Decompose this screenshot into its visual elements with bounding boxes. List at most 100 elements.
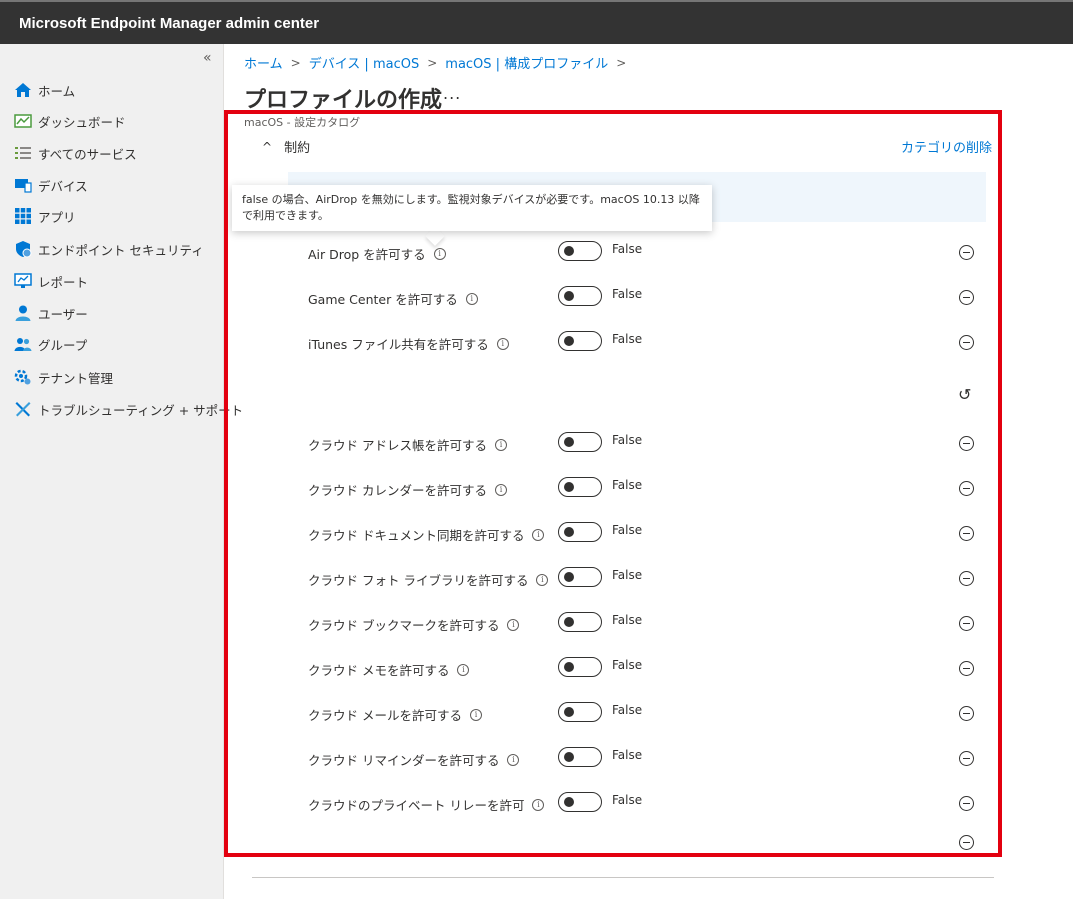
remove-setting-button[interactable] [959, 706, 974, 721]
setting-label-text: クラウド メールを許可する [308, 708, 462, 723]
setting-label: クラウド メモを許可する i [308, 660, 470, 679]
setting-label: クラウド リマインダーを許可する i [308, 750, 520, 769]
setting-toggle[interactable] [558, 612, 602, 632]
sidebar-item-groups[interactable]: グループ [14, 333, 87, 355]
remove-setting-button[interactable] [959, 335, 974, 350]
setting-label: クラウド ドキュメント同期を許可する i [308, 525, 545, 544]
sidebar-item-label: すべてのサービス [38, 146, 137, 162]
info-icon[interactable]: i [532, 798, 545, 811]
setting-toggle[interactable] [558, 657, 602, 677]
app-title[interactable]: Microsoft Endpoint Manager admin center [19, 15, 319, 32]
devices-icon [14, 176, 32, 194]
setting-label: Game Center を許可する i [308, 289, 478, 308]
info-icon[interactable]: i [457, 663, 470, 676]
group-icon [14, 335, 32, 353]
sidebar-item-users[interactable]: ユーザー [14, 302, 88, 324]
setting-label: クラウドのプライベート リレーを許可 i [308, 795, 545, 814]
remove-setting-button[interactable] [959, 616, 974, 631]
setting-toggle[interactable] [558, 432, 602, 452]
sidebar-item-label: テナント管理 [38, 370, 114, 386]
setting-toggle[interactable] [558, 522, 602, 542]
setting-toggle[interactable] [558, 792, 602, 812]
setting-toggle[interactable] [558, 241, 602, 261]
more-options-button[interactable]: ... [443, 84, 461, 103]
setting-label-text: iTunes ファイル共有を許可する [308, 337, 489, 352]
sidebar-item-devices[interactable]: デバイス [14, 174, 88, 196]
delete-category-link[interactable]: カテゴリの削除 [901, 137, 992, 156]
breadcrumb-devices-macos[interactable]: デバイス | macOS [309, 53, 420, 72]
remove-setting-button[interactable] [959, 290, 974, 305]
info-icon[interactable]: i [433, 247, 446, 260]
collapse-sidebar-icon[interactable]: « [203, 50, 212, 66]
sidebar-item-apps[interactable]: アプリ [14, 205, 76, 227]
list-icon [14, 144, 32, 162]
setting-toggle[interactable] [558, 286, 602, 306]
sidebar-item-label: デバイス [38, 178, 88, 194]
remove-setting-button[interactable] [959, 835, 974, 850]
breadcrumb-macos-config-profiles[interactable]: macOS | 構成プロファイル [445, 53, 608, 72]
info-icon[interactable]: i [494, 438, 507, 451]
info-icon[interactable]: i [536, 573, 549, 586]
dashboard-icon [14, 112, 32, 130]
remove-setting-button[interactable] [959, 481, 974, 496]
sidebar-item-dashboard[interactable]: ダッシュボード [14, 110, 126, 132]
info-icon[interactable]: i [494, 483, 507, 496]
remove-setting-button[interactable] [959, 245, 974, 260]
sidebar-item-reports[interactable]: レポート [14, 270, 88, 292]
info-icon[interactable]: i [532, 528, 545, 541]
toggle-knob [564, 662, 574, 672]
user-icon [14, 304, 32, 322]
section-label: 制約 [284, 141, 311, 156]
sidebar-item-label: エンドポイント セキュリティ [38, 242, 204, 258]
remove-setting-button[interactable] [959, 751, 974, 766]
sidebar-item-endpoint-security[interactable]: エンドポイント セキュリティ [14, 238, 204, 260]
remove-setting-button[interactable] [959, 436, 974, 451]
toggle-knob [564, 482, 574, 492]
remove-setting-button[interactable] [959, 796, 974, 811]
breadcrumb: ホーム > デバイス | macOS > macOS | 構成プロファイル > [244, 53, 634, 73]
page-subtitle: macOS - 設定カタログ [244, 116, 361, 129]
toggle-knob [564, 246, 574, 256]
setting-toggle[interactable] [558, 702, 602, 722]
toggle-value: False [612, 433, 643, 447]
info-icon[interactable]: i [496, 337, 509, 350]
info-icon[interactable]: i [469, 708, 482, 721]
home-icon [14, 81, 32, 99]
sidebar-item-home[interactable]: ホーム [14, 79, 75, 101]
setting-label-text: クラウド ドキュメント同期を許可する [308, 528, 525, 543]
setting-toggle[interactable] [558, 747, 602, 767]
setting-label-text: クラウド アドレス帳を許可する [308, 438, 487, 453]
info-icon[interactable]: i [507, 753, 520, 766]
breadcrumb-separator: > [290, 55, 301, 70]
shield-icon [14, 240, 32, 258]
sidebar-item-label: グループ [38, 337, 88, 353]
toggle-value: False [612, 613, 643, 627]
setting-toggle[interactable] [558, 331, 602, 351]
sidebar-item-tenant-admin[interactable]: テナント管理 [14, 366, 113, 388]
breadcrumb-separator: > [616, 55, 627, 70]
undo-icon[interactable]: ↺ [958, 385, 971, 404]
section-restrictions-toggle[interactable]: ^ 制約 [262, 137, 311, 157]
tenant-admin-icon [14, 368, 32, 386]
setting-label: Air Drop を許可する i [308, 244, 446, 263]
toggle-value: False [612, 568, 643, 582]
setting-label-text: クラウド メモを許可する [308, 663, 450, 678]
sidebar-item-all-services[interactable]: すべてのサービス [14, 142, 137, 164]
breadcrumb-home[interactable]: ホーム [244, 53, 283, 72]
remove-setting-button[interactable] [959, 526, 974, 541]
setting-toggle[interactable] [558, 477, 602, 497]
toggle-value: False [612, 332, 643, 346]
info-icon[interactable]: i [465, 292, 478, 305]
sidebar-item-troubleshooting[interactable]: トラブルシューティング + サポート [14, 398, 243, 420]
top-bar: Microsoft Endpoint Manager admin center [0, 0, 1073, 44]
info-icon[interactable]: i [507, 618, 520, 631]
setting-toggle[interactable] [558, 567, 602, 587]
remove-setting-button[interactable] [959, 661, 974, 676]
toggle-knob [564, 572, 574, 582]
page-title: プロファイルの作成 [244, 88, 443, 113]
remove-setting-button[interactable] [959, 571, 974, 586]
setting-label-text: クラウド リマインダーを許可する [308, 753, 500, 768]
setting-label-text: Game Center を許可する [308, 292, 458, 307]
toggle-value: False [612, 242, 643, 256]
sidebar-item-label: アプリ [38, 209, 76, 225]
